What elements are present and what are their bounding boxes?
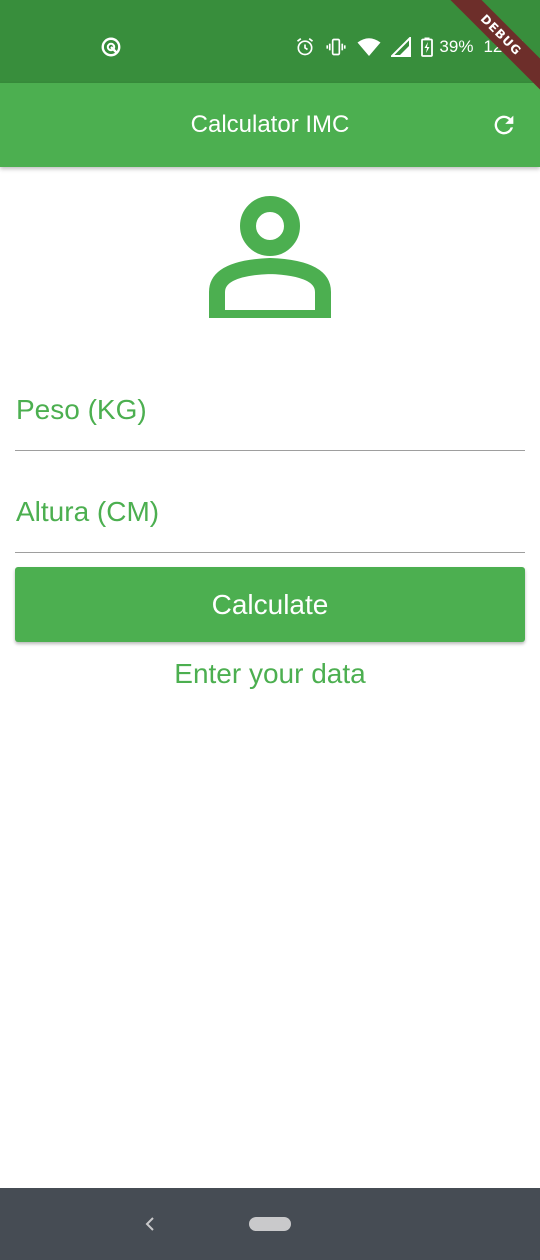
refresh-icon[interactable]	[490, 111, 518, 139]
app-title: Calculator IMC	[190, 111, 350, 138]
result-info-text: Enter your data	[174, 658, 366, 689]
screen: 39% 12:41 Calculator IMC DEBUG Calculate…	[0, 0, 540, 1260]
app-bar: Calculator IMC	[0, 83, 540, 167]
weight-field-container	[15, 370, 525, 451]
battery-percent: 39%	[439, 37, 474, 56]
sync-disabled-icon	[101, 37, 121, 57]
weight-input[interactable]	[15, 370, 525, 450]
person-outline-icon	[209, 196, 331, 318]
vibrate-icon	[326, 38, 347, 56]
status-bar: 39% 12:41	[0, 0, 540, 83]
clock: 12:41	[483, 37, 526, 56]
signal-icon	[391, 37, 412, 57]
home-pill-icon[interactable]	[249, 1217, 291, 1231]
height-input[interactable]	[15, 472, 525, 552]
status-indicators: 39% 12:41	[295, 34, 526, 60]
battery-charging-icon	[421, 37, 434, 57]
calculate-button[interactable]: Calculate	[15, 567, 525, 642]
height-field-container	[15, 472, 525, 553]
back-icon[interactable]	[140, 1212, 160, 1236]
navigation-bar	[0, 1188, 540, 1260]
alarm-icon	[297, 38, 314, 56]
wifi-icon	[357, 38, 381, 56]
